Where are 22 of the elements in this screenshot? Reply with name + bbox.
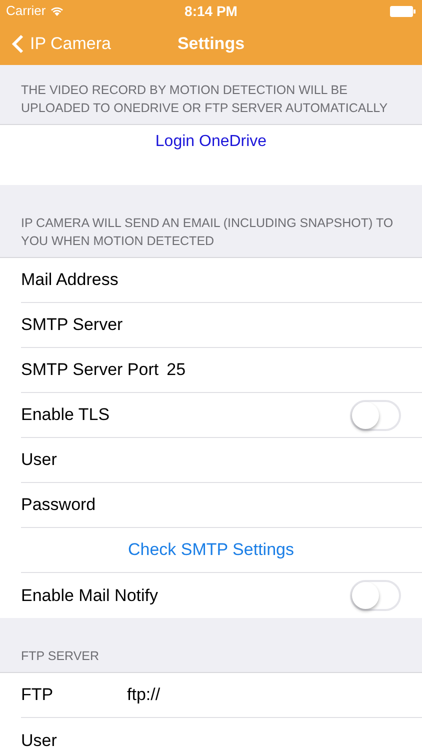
carrier-label: Carrier <box>6 2 46 20</box>
section-header: THE VIDEO RECORD BY MOTION DETECTION WILL BE UPLOADED TO ONEDRIVE OR FTP SERVER AUTOMATICALLY <box>21 82 389 117</box>
row-label: SMTP Server <box>21 314 123 336</box>
row-label: Enable TLS <box>21 404 110 426</box>
input-field[interactable]: 25 <box>166 357 186 383</box>
clock-label: 8:14 PM <box>184 2 238 20</box>
wifi-icon <box>50 6 64 16</box>
row-label: Mail Address <box>21 269 118 292</box>
row-label: User <box>21 730 57 750</box>
input-field[interactable]: ftp:// <box>127 682 160 708</box>
row-label: User <box>21 449 57 472</box>
toggle-switch[interactable] <box>350 580 401 611</box>
row-label: Password <box>21 494 96 516</box>
chevron-left-icon <box>12 34 24 54</box>
battery-icon <box>390 6 416 16</box>
page-title: Settings <box>177 32 245 55</box>
section-header: IP CAMERA WILL SEND AN EMAIL (INCLUDING SNAPSHOT) TO YOU WHEN MOTION DETECTED <box>21 215 394 250</box>
section-header: FTP SERVER <box>21 648 100 665</box>
row-label: FTP <box>21 684 54 706</box>
toggle-switch[interactable] <box>350 400 401 430</box>
row-label: SMTP Server Port <box>21 359 159 382</box>
row-label: Enable Mail Notify <box>21 584 158 607</box>
